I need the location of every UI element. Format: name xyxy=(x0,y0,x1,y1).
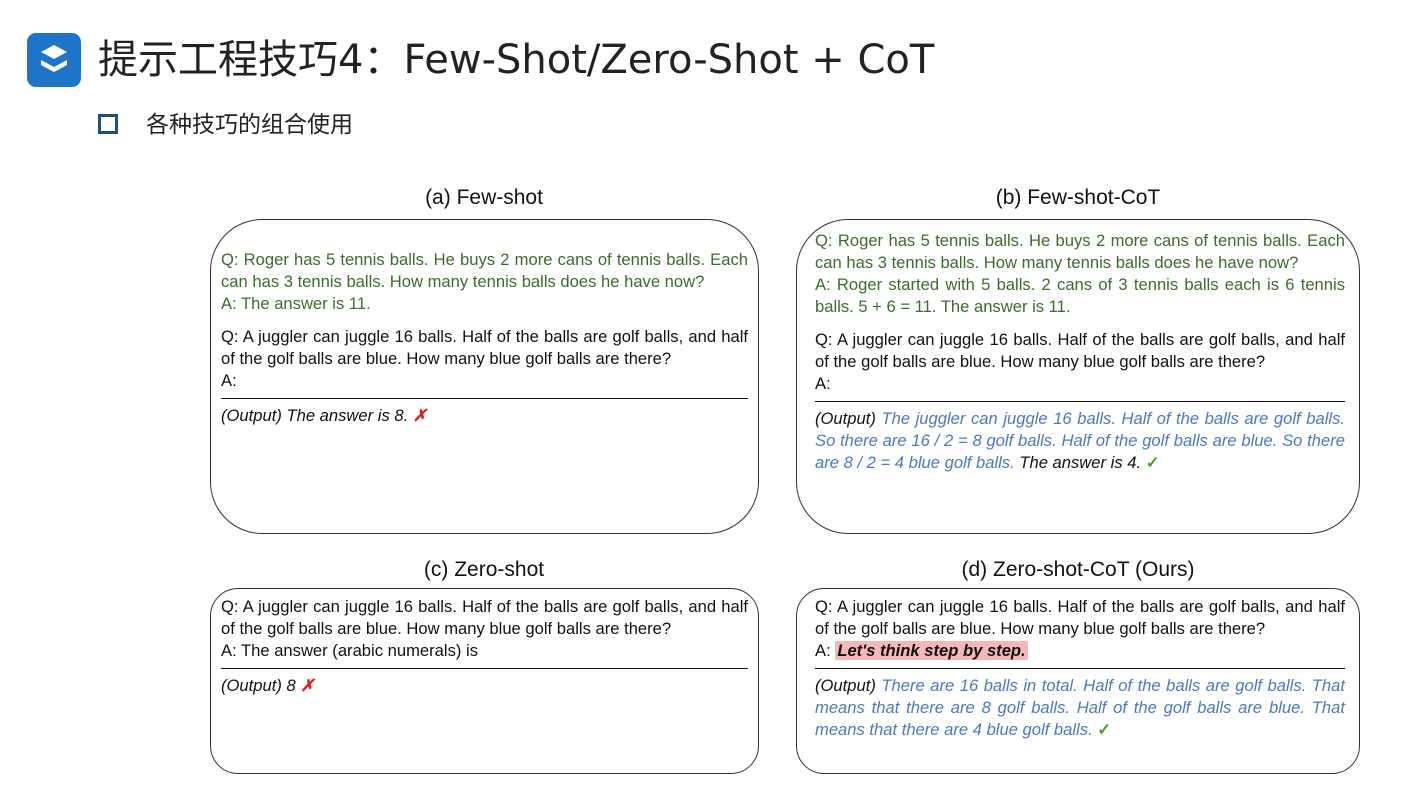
panel-d-title: (d) Zero-shot-CoT (Ours) xyxy=(961,558,1195,581)
panel-c-output: (Output) 8 xyxy=(221,676,296,695)
s-logo-icon xyxy=(27,33,81,87)
panel-a-answer-prompt: A: xyxy=(221,371,237,390)
panel-b-example-question: Q: Roger has 5 tennis balls. He buys 2 m… xyxy=(815,231,1345,272)
panel-d-output-label: (Output) xyxy=(815,676,876,695)
panel-a-example-answer: A: The answer is 11. xyxy=(221,294,371,313)
panel-d-question: Q: A juggler can juggle 16 balls. Half o… xyxy=(815,597,1345,638)
bullet-text: 各种技巧的组合使用 xyxy=(146,112,353,138)
panel-c-question: Q: A juggler can juggle 16 balls. Half o… xyxy=(221,597,748,638)
panel-c-divider xyxy=(221,668,748,669)
panel-d-output-reasoning: There are 16 balls in total. Half of the… xyxy=(815,676,1345,739)
panel-a-divider xyxy=(221,398,748,399)
panel-a-example-question: Q: Roger has 5 tennis balls. He buys 2 m… xyxy=(221,250,748,291)
panel-b-output-answer: The answer is 4. xyxy=(1019,453,1142,472)
panel-a-question: Q: A juggler can juggle 16 balls. Half o… xyxy=(221,327,748,368)
panel-c: Q: A juggler can juggle 16 balls. Half o… xyxy=(210,588,759,774)
wrong-mark-icon: ✗ xyxy=(300,676,315,695)
page-title: 提示工程技巧4：Few-Shot/Zero-Shot + CoT xyxy=(98,37,935,83)
panel-a-output: (Output) The answer is 8. xyxy=(221,406,409,425)
panel-d-answer-prefix: A: xyxy=(815,641,831,660)
correct-mark-icon: ✓ xyxy=(1145,453,1160,472)
panel-b-answer-prompt: A: xyxy=(815,374,831,393)
panel-d: Q: A juggler can juggle 16 balls. Half o… xyxy=(796,588,1360,774)
panel-c-answer-prompt: A: The answer (arabic numerals) is xyxy=(221,641,478,660)
panel-d-divider xyxy=(815,668,1345,669)
bullet-square-icon xyxy=(98,114,118,134)
panel-b-example-answer: A: Roger started with 5 balls. 2 cans of… xyxy=(815,275,1345,316)
panel-b: Q: Roger has 5 tennis balls. He buys 2 m… xyxy=(796,219,1360,534)
correct-mark-icon: ✓ xyxy=(1097,720,1112,739)
panel-a: Q: Roger has 5 tennis balls. He buys 2 m… xyxy=(210,219,759,534)
panel-a-title: (a) Few-shot xyxy=(425,186,543,209)
panel-b-question: Q: A juggler can juggle 16 balls. Half o… xyxy=(815,330,1345,371)
panel-b-title: (b) Few-shot-CoT xyxy=(995,186,1161,209)
wrong-mark-icon: ✗ xyxy=(412,406,427,425)
panel-b-divider xyxy=(815,401,1345,402)
panel-c-title: (c) Zero-shot xyxy=(423,558,545,581)
panel-d-cot-prompt: Let's think step by step. xyxy=(835,641,1028,660)
panel-b-output-label: (Output) xyxy=(815,409,876,428)
